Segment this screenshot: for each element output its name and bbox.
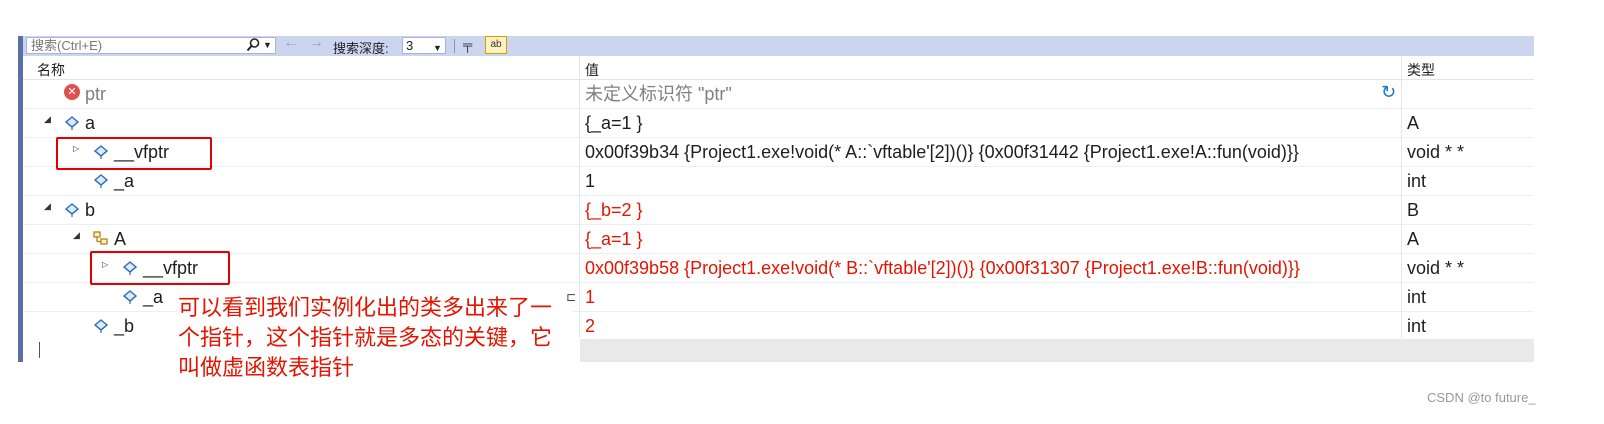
watch-row[interactable]: ▷ __vfptr 0x00f39b34 {Project1.exe!void(… [23, 138, 1534, 167]
row-name: b [85, 200, 96, 220]
row-name: A [114, 229, 127, 249]
row-type: A [1407, 113, 1420, 133]
row-value: 0x00f39b34 {Project1.exe!void(* A::`vfta… [585, 142, 1299, 162]
row-type: B [1407, 200, 1420, 220]
row-value: 0x00f39b58 {Project1.exe!void(* B::`vfta… [585, 258, 1300, 278]
search-icon[interactable] [245, 37, 261, 53]
row-value: {_a=1 } [585, 229, 643, 249]
row-type: int [1407, 287, 1427, 307]
object-icon [64, 116, 80, 130]
row-name: _a [143, 287, 164, 307]
expand-toggle-expanded-icon[interactable]: ◢ [44, 201, 51, 212]
row-type: int [1407, 316, 1427, 336]
row-type: int [1407, 171, 1427, 191]
row-value: 未定义标识符 "ptr" [585, 84, 732, 104]
watch-row[interactable]: ✕ ptr 未定义标识符 "ptr" ↻ [23, 80, 1534, 109]
row-name: _b [114, 316, 135, 336]
column-header-value[interactable]: 值 [585, 60, 599, 80]
search-depth-label: 搜索深度: [333, 41, 389, 56]
row-name: a [85, 113, 96, 133]
row-type: void * * [1407, 142, 1465, 162]
row-value: 1 [585, 171, 596, 191]
expand-toggle-expanded-icon[interactable]: ◢ [44, 114, 51, 125]
search-depth-select[interactable]: 3 ▼ [402, 37, 446, 54]
object-icon [93, 319, 109, 333]
column-header-row: 名称 值 类型 [23, 56, 1534, 80]
object-icon [122, 290, 138, 304]
toolbar-separator [454, 39, 455, 53]
watch-toolbar: 搜索(Ctrl+E) ▼ ← → 搜索深度: 3 ▼ ╤ ab [23, 34, 1534, 56]
back-arrow-icon[interactable]: ← [283, 34, 299, 52]
vfptr-highlight-box [56, 137, 212, 170]
watch-row[interactable]: _a 1 int [23, 167, 1534, 196]
row-value: {_a=1 } [585, 113, 643, 133]
forward-arrow-icon[interactable]: → [308, 34, 324, 52]
object-icon [64, 203, 80, 217]
row-type: A [1407, 229, 1420, 249]
watch-row[interactable]: ◢ a {_a=1 } A [23, 109, 1534, 138]
column-header-type[interactable]: 类型 [1407, 60, 1435, 80]
error-icon: ✕ [64, 84, 80, 100]
watch-row[interactable]: ◢ b {_b=2 } B [23, 196, 1534, 225]
search-input[interactable]: 搜索(Ctrl+E) [26, 37, 276, 54]
search-depth-value: 3 [406, 38, 414, 53]
watermark: CSDN @to future_ [1427, 390, 1536, 405]
object-icon [93, 174, 109, 188]
row-value: 1 [585, 287, 596, 307]
watch-row[interactable]: ◢ A {_a=1 } A [23, 225, 1534, 254]
text-visualizer-icon[interactable]: ab [485, 36, 507, 54]
annotation-text: 可以看到我们实例化出的类多出来了一个指针，这个指针就是多态的关键，它叫做虚函数表… [178, 294, 573, 384]
row-name: ptr [85, 84, 107, 104]
refresh-icon[interactable]: ↻ [1381, 82, 1396, 103]
pin-icon[interactable]: ╤ [463, 37, 472, 52]
watch-row[interactable]: ▷ __vfptr 0x00f39b58 {Project1.exe!void(… [23, 254, 1534, 283]
add-watch-value-cell [580, 339, 1534, 362]
base-class-icon [93, 231, 108, 245]
vfptr-highlight-box [90, 251, 230, 285]
pin-icon: ⊏ [566, 290, 577, 304]
row-name: _a [114, 171, 135, 191]
row-type: void * * [1407, 258, 1465, 278]
row-value: 2 [585, 316, 596, 336]
row-value: {_b=2 } [585, 200, 643, 220]
search-options-chevron-down-icon[interactable]: ▼ [263, 40, 272, 50]
column-header-name[interactable]: 名称 [37, 60, 65, 80]
expand-toggle-expanded-icon[interactable]: ◢ [73, 230, 80, 241]
depth-chevron-down-icon[interactable]: ▼ [433, 41, 442, 56]
text-caret [39, 342, 40, 358]
